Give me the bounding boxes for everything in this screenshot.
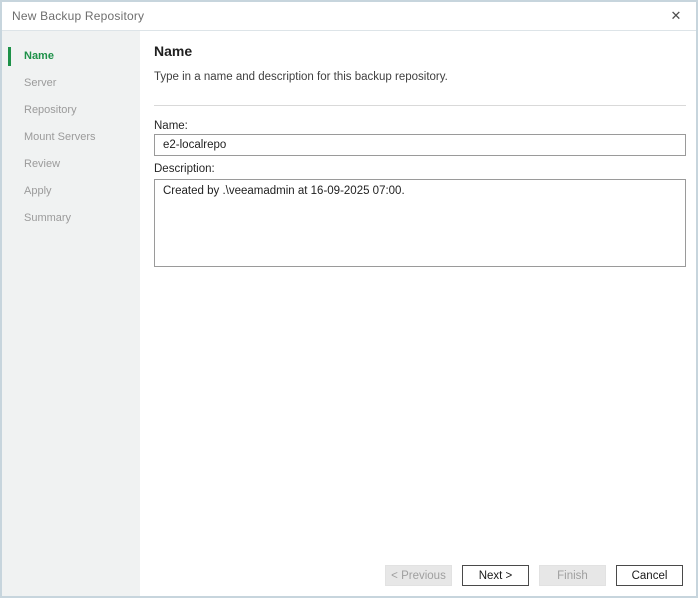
section-divider (154, 105, 686, 106)
sidebar-item-label: Review (24, 158, 60, 170)
new-backup-repository-dialog: New Backup Repository ✕ Name Server Repo… (0, 0, 698, 598)
window-title: New Backup Repository (12, 9, 144, 23)
sidebar-item-repository[interactable]: Repository (2, 97, 140, 124)
sidebar-item-label: Apply (24, 185, 52, 197)
description-field-label: Description: (154, 163, 215, 175)
finish-button[interactable]: Finish (539, 565, 606, 586)
active-step-indicator (8, 47, 11, 66)
sidebar-item-label: Name (24, 50, 54, 62)
name-field-label: Name: (154, 120, 188, 132)
wizard-content: Name Type in a name and description for … (140, 31, 696, 596)
sidebar-item-review[interactable]: Review (2, 151, 140, 178)
dialog-body: Name Server Repository Mount Servers Rev… (2, 31, 696, 596)
next-button[interactable]: Next > (462, 565, 529, 586)
cancel-button[interactable]: Cancel (616, 565, 683, 586)
repository-name-input[interactable] (154, 134, 686, 156)
sidebar-item-mount-servers[interactable]: Mount Servers (2, 124, 140, 151)
sidebar-item-summary[interactable]: Summary (2, 205, 140, 232)
wizard-buttons: < Previous Next > Finish Cancel (385, 565, 683, 586)
sidebar-item-label: Repository (24, 104, 77, 116)
wizard-steps-sidebar: Name Server Repository Mount Servers Rev… (2, 31, 140, 596)
previous-button[interactable]: < Previous (385, 565, 452, 586)
titlebar: New Backup Repository ✕ (2, 2, 696, 31)
sidebar-item-label: Server (24, 77, 56, 89)
repository-description-textarea[interactable]: Created by .\veeamadmin at 16-09-2025 07… (154, 179, 686, 267)
sidebar-item-name[interactable]: Name (2, 43, 140, 70)
close-icon[interactable]: ✕ (664, 5, 688, 27)
sidebar-item-label: Summary (24, 212, 71, 224)
page-subtitle: Type in a name and description for this … (154, 71, 448, 83)
sidebar-item-label: Mount Servers (24, 131, 96, 143)
page-title: Name (154, 43, 192, 59)
sidebar-item-apply[interactable]: Apply (2, 178, 140, 205)
sidebar-item-server[interactable]: Server (2, 70, 140, 97)
